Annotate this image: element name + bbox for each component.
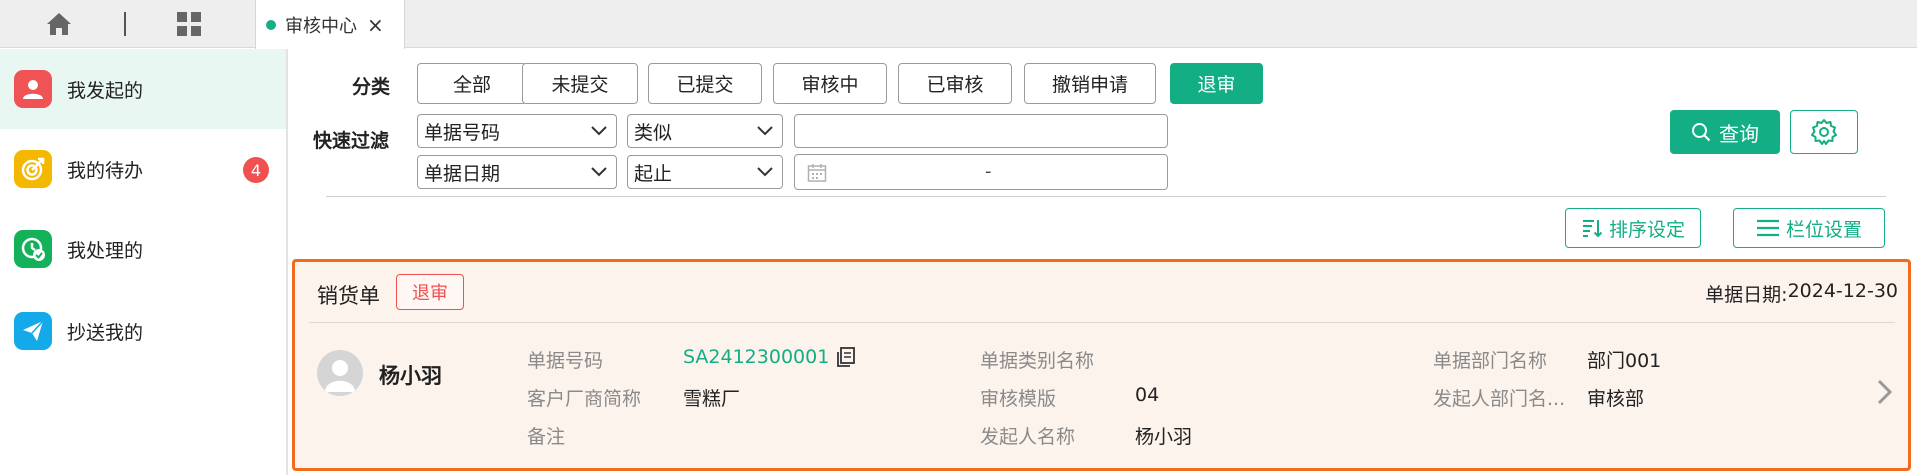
sidebar-item-label: 我发起的 (67, 79, 144, 102)
initiator-dept-value: 审核部 (1587, 388, 1645, 410)
filter1-value-input[interactable] (794, 114, 1168, 148)
tab-status-dot (266, 19, 276, 30)
status-badge: 退审 (396, 274, 464, 310)
target-icon (14, 150, 52, 188)
record-date-label: 单据日期: (1705, 284, 1788, 306)
topbar-divider (124, 12, 126, 36)
search-icon (1692, 123, 1711, 142)
note-label: 备注 (527, 426, 566, 448)
sort-icon (1582, 220, 1603, 238)
filter1-operator-value: 类似 (634, 121, 673, 144)
sidebar-item-handled[interactable]: 我处理的 (0, 209, 286, 289)
filter1-operator-select[interactable]: 类似 (627, 114, 783, 148)
category-chip-submitted[interactable]: 已提交 (648, 63, 762, 104)
filter2-field-select[interactable]: 单据日期 (417, 155, 617, 189)
initiator-label: 发起人名称 (980, 426, 1076, 448)
sidebar-item-label: 我处理的 (67, 239, 144, 262)
card-divider (309, 322, 1895, 323)
filter1-field-select[interactable]: 单据号码 (417, 114, 617, 148)
filter1-field-value: 单据号码 (424, 121, 501, 144)
sidebar-item-cc[interactable]: 抄送我的 (0, 291, 286, 371)
grid-icon (177, 12, 201, 36)
doc-no-link[interactable]: SA2412300001 (683, 346, 829, 368)
category-chip-unsubmitted[interactable]: 未提交 (522, 63, 638, 104)
tab-audit-center[interactable]: 审核中心 × (255, 0, 405, 49)
sidebar-item-label: 抄送我的 (67, 321, 144, 344)
initiator-value: 杨小羽 (1135, 426, 1193, 448)
category-chip-in-review[interactable]: 审核中 (773, 63, 887, 104)
filter2-field-value: 单据日期 (424, 162, 501, 185)
query-button-label: 查询 (1719, 121, 1759, 146)
filter2-operator-select[interactable]: 起止 (627, 155, 783, 189)
copy-icon[interactable] (835, 346, 857, 368)
record-date-value: 2024-12-30 (1787, 280, 1898, 302)
template-label: 审核模版 (980, 388, 1057, 410)
chevron-down-icon (591, 126, 607, 136)
apps-button[interactable] (174, 10, 204, 38)
category-chip-returned[interactable]: 退审 (1170, 63, 1263, 104)
menu-icon (1756, 219, 1779, 237)
record-date: 单据日期: 2024-12-30 (1705, 280, 1898, 307)
avatar (317, 350, 363, 396)
initiator-dept-label: 发起人部门名... (1433, 388, 1566, 410)
query-button[interactable]: 查询 (1670, 110, 1780, 154)
chevron-right-icon[interactable] (1875, 378, 1895, 406)
tab-label: 审核中心 (285, 15, 357, 37)
category-label: 分类 (352, 76, 391, 98)
category-chip-all[interactable]: 全部 (417, 63, 527, 104)
customer-value: 雪糕厂 (683, 388, 741, 410)
user-icon (14, 70, 52, 108)
tab-close-icon[interactable]: × (367, 15, 384, 35)
todo-count-badge: 4 (243, 157, 269, 183)
chevron-down-icon (591, 167, 607, 177)
filter2-operator-value: 起止 (634, 162, 673, 185)
filter-divider (326, 196, 1886, 197)
settings-button[interactable] (1790, 110, 1858, 154)
template-value: 04 (1135, 384, 1160, 406)
chevron-down-icon (757, 167, 773, 177)
dept-label: 单据部门名称 (1433, 350, 1548, 372)
user-avatar-icon (325, 360, 355, 392)
customer-label: 客户厂商简称 (527, 388, 642, 410)
dept-value: 部门001 (1587, 350, 1662, 372)
record-type: 销货单 (317, 284, 380, 308)
top-tab-bar: 审核中心 × (0, 0, 1917, 49)
record-card[interactable]: 销货单 退审 单据日期: 2024-12-30 杨小羽 单据号码 SA24123… (292, 259, 1911, 471)
sidebar-item-initiated[interactable]: 我发起的 (0, 49, 286, 129)
doc-type-name-label: 单据类别名称 (980, 350, 1095, 372)
sort-settings-button[interactable]: 排序设定 (1565, 208, 1701, 248)
home-button[interactable] (44, 10, 74, 38)
calendar-icon (807, 164, 827, 182)
initiator-name-heading: 杨小羽 (379, 364, 442, 388)
category-chip-withdraw[interactable]: 撤销申请 (1024, 63, 1156, 104)
column-settings-button[interactable]: 栏位设置 (1733, 208, 1885, 248)
gear-icon (1811, 119, 1837, 145)
chevron-down-icon (757, 126, 773, 136)
date-range-separator: - (985, 161, 992, 182)
quick-filter-label: 快速过滤 (313, 130, 390, 152)
column-settings-label: 栏位设置 (1785, 218, 1862, 241)
sidebar-item-todo[interactable]: 我的待办 4 (0, 129, 286, 209)
clock-check-icon (14, 230, 52, 268)
doc-no-label: 单据号码 (527, 350, 604, 372)
category-chip-reviewed[interactable]: 已审核 (898, 63, 1012, 104)
date-range-picker[interactable]: - (794, 154, 1168, 190)
send-icon (14, 312, 52, 350)
sidebar-item-label: 我的待办 (67, 159, 144, 182)
home-icon (47, 13, 71, 35)
sort-settings-label: 排序设定 (1608, 218, 1685, 241)
sidebar: 我发起的 我的待办 4 我处理的 抄送我的 (0, 49, 288, 475)
